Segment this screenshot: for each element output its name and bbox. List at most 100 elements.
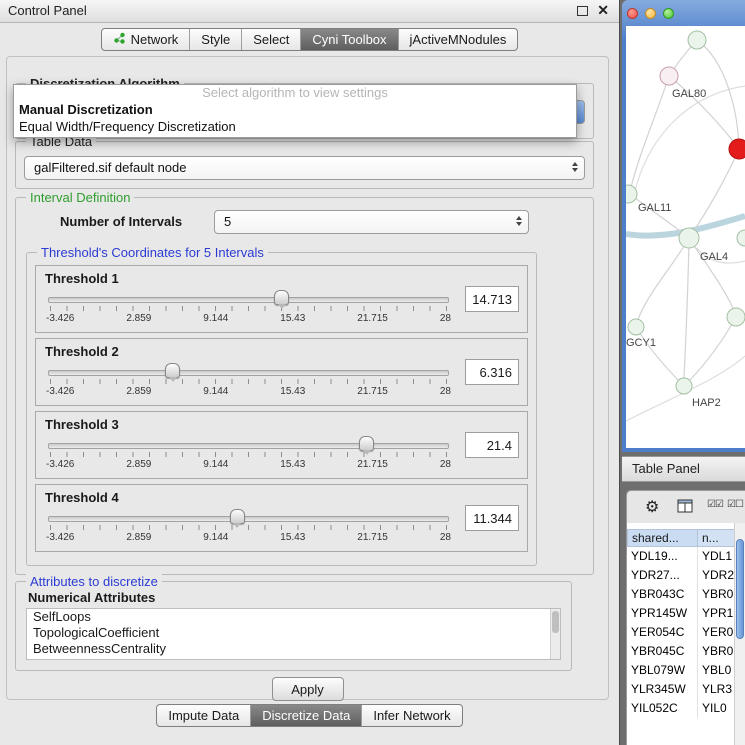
columns-icon[interactable]	[677, 499, 693, 516]
node-label-hap2: HAP2	[692, 397, 721, 409]
interval-definition-group: Interval Definition Number of Intervals …	[15, 197, 594, 575]
network-node[interactable]	[737, 230, 745, 246]
table-panel-header: Table Panel	[622, 456, 745, 482]
threshold-3-value-field[interactable]: 21.4	[465, 432, 519, 458]
list-item[interactable]: BetweennessCentrality	[27, 641, 560, 657]
threshold-2-slider[interactable]: -3.426 2.859 9.144 15.43 21.715 28	[46, 361, 451, 401]
table-scrollbar-thumb[interactable]	[736, 539, 744, 639]
slider-thumb[interactable]	[230, 509, 245, 524]
slider-scale: -3.426 2.859 9.144 15.43 21.715 28	[46, 459, 451, 470]
mac-close-button[interactable]	[627, 8, 638, 19]
number-of-intervals-value: 5	[224, 214, 231, 229]
table-row[interactable]: YDR27... YDR2	[627, 566, 735, 585]
slider-track[interactable]	[48, 297, 449, 303]
network-node-gal4[interactable]	[679, 228, 699, 248]
top-tab-segment: Network Style Select Cyni Toolbox jActiv…	[101, 28, 519, 51]
deselect-checkboxes-icon[interactable]: ☑☐	[727, 499, 743, 510]
threshold-1-slider[interactable]: -3.426 2.859 9.144 15.43 21.715 28	[46, 288, 451, 328]
close-window-icon[interactable]: ✕	[597, 2, 609, 19]
threshold-4-label: Threshold 4	[45, 490, 119, 505]
table-row[interactable]: YLR345W YLR3	[627, 680, 735, 699]
tab-network-label: Network	[131, 32, 179, 47]
column-header-shared-name[interactable]: shared...	[627, 529, 698, 547]
slider-track[interactable]	[48, 516, 449, 522]
table-row[interactable]: YBR043C YBR0	[627, 585, 735, 604]
select-all-checkboxes-icon[interactable]: ☑☑	[707, 499, 723, 510]
table-row[interactable]: YBL079W YBL0	[627, 661, 735, 680]
column-header-name[interactable]: n...	[698, 529, 735, 547]
table-row[interactable]: YDL19... YDL1	[627, 547, 735, 566]
slider-thumb[interactable]	[165, 363, 180, 378]
tab-infer-network[interactable]: Infer Network	[361, 705, 461, 726]
network-node-gcy1[interactable]	[628, 319, 644, 335]
threshold-2-value-field[interactable]: 6.316	[465, 359, 519, 385]
screen: Control Panel ✕ Network	[0, 0, 745, 745]
network-node-selected-red[interactable]	[729, 139, 745, 159]
slider-thumb[interactable]	[274, 290, 289, 305]
list-item[interactable]: SelfLoops	[27, 609, 560, 625]
chevron-up-down-icon	[516, 216, 522, 226]
float-window-icon[interactable]	[577, 6, 588, 16]
slider-scale: -3.426 2.859 9.144 15.43 21.715 28	[46, 313, 451, 324]
table-row[interactable]: YIL052C YIL0	[627, 699, 735, 718]
tab-style[interactable]: Style	[189, 29, 241, 50]
threshold-1-panel: Threshold 1 -3.426 2.859 9.144 15.43 21.…	[35, 265, 528, 333]
node-label-gal80: GAL80	[672, 88, 706, 100]
node-table: shared... n... YDL19... YDL1 YDR27... YD…	[627, 523, 745, 745]
table-row[interactable]: YER054C YER0	[627, 623, 735, 642]
threshold-3-panel: Threshold 3 -3.426 2.859 9.144 15.43 21.…	[35, 411, 528, 479]
network-node-hap2[interactable]	[676, 378, 692, 394]
list-scrollbar-thumb[interactable]	[552, 611, 559, 633]
table-vertical-scrollbar[interactable]	[734, 523, 745, 745]
list-scrollbar[interactable]	[550, 609, 560, 659]
table-header-row: shared... n...	[627, 529, 735, 547]
node-label-gal4: GAL4	[700, 251, 728, 263]
network-canvas[interactable]: GAL80 GAL11 GAL4 GCY1 HAP2	[626, 26, 745, 448]
threshold-4-value-field[interactable]: 11.344	[465, 505, 519, 531]
numerical-attributes-list[interactable]: SelfLoops TopologicalCoefficient Between…	[26, 608, 561, 660]
slider-track[interactable]	[48, 443, 449, 449]
attributes-group-title: Attributes to discretize	[26, 574, 162, 589]
slider-track[interactable]	[48, 370, 449, 376]
tab-jactivemnodules[interactable]: jActiveMNodules	[398, 29, 518, 50]
tab-select[interactable]: Select	[241, 29, 300, 50]
algorithm-option-manual[interactable]: Manual Discretization	[14, 101, 576, 118]
slider-ticks	[50, 379, 447, 384]
network-node[interactable]	[688, 31, 706, 49]
apply-button[interactable]: Apply	[272, 677, 344, 701]
tab-impute-data[interactable]: Impute Data	[157, 705, 250, 726]
node-label-gal11: GAL11	[638, 202, 671, 214]
cyni-bottom-tabbar: Impute Data Discretize Data Infer Networ…	[0, 704, 619, 727]
mac-zoom-button[interactable]	[663, 8, 674, 19]
threshold-3-label: Threshold 3	[45, 417, 119, 432]
control-panel-tabbar: Network Style Select Cyni Toolbox jActiv…	[0, 22, 619, 56]
table-row[interactable]: YPR145W YPR1	[627, 604, 735, 623]
table-panel-window: ⚙ ☑☑ ☑☐ shared... n... YDL19... YDL1	[626, 490, 745, 745]
network-icon	[113, 32, 126, 47]
table-data-combobox[interactable]: galFiltered.sif default node	[24, 156, 585, 180]
slider-thumb[interactable]	[359, 436, 374, 451]
table-data-group: Table Data galFiltered.sif default node	[15, 141, 594, 189]
tab-discretize-data[interactable]: Discretize Data	[250, 705, 361, 726]
chevron-up-down-icon	[572, 162, 578, 172]
algorithm-option-equal-width[interactable]: Equal Width/Frequency Discretization	[14, 118, 576, 135]
tab-network[interactable]: Network	[102, 29, 190, 50]
attributes-group: Attributes to discretize Numerical Attri…	[15, 581, 572, 671]
threshold-4-slider[interactable]: -3.426 2.859 9.144 15.43 21.715 28	[46, 507, 451, 547]
mac-minimize-button[interactable]	[645, 8, 656, 19]
slider-scale: -3.426 2.859 9.144 15.43 21.715 28	[46, 386, 451, 397]
number-of-intervals-label: Number of Intervals	[60, 214, 182, 229]
threshold-3-slider[interactable]: -3.426 2.859 9.144 15.43 21.715 28	[46, 434, 451, 474]
number-of-intervals-combobox[interactable]: 5	[214, 210, 529, 234]
network-node[interactable]	[727, 308, 745, 326]
mac-window-buttons	[627, 8, 674, 19]
list-item[interactable]: TopologicalCoefficient	[27, 625, 560, 641]
threshold-1-value-field[interactable]: 14.713	[465, 286, 519, 312]
gear-icon[interactable]: ⚙	[645, 497, 659, 517]
table-row[interactable]: YBR045C YBR0	[627, 642, 735, 661]
threshold-4-panel: Threshold 4 -3.426 2.859 9.144 15.43 21.…	[35, 484, 528, 552]
network-node-gal80[interactable]	[660, 67, 678, 85]
slider-scale: -3.426 2.859 9.144 15.43 21.715 28	[46, 532, 451, 543]
node-label-gcy1: GCY1	[626, 337, 656, 349]
tab-cyni-toolbox[interactable]: Cyni Toolbox	[300, 29, 397, 50]
